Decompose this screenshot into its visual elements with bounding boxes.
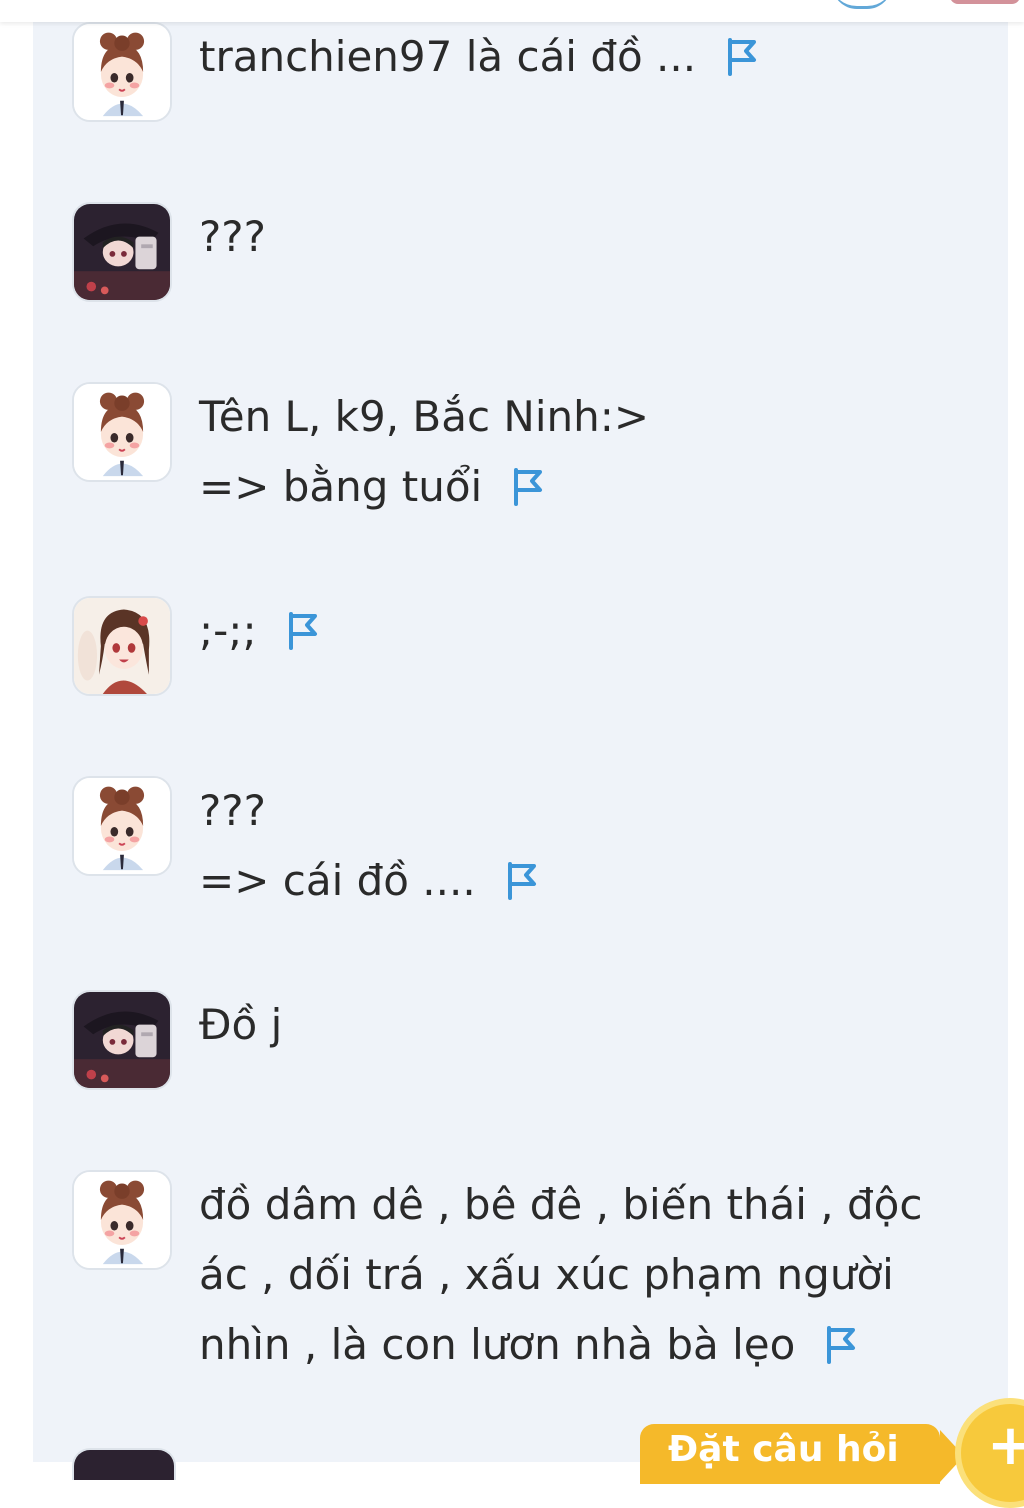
comment-line: ác , dối trá , xấu xúc phạm người (199, 1250, 894, 1299)
girl-bun-avatar-icon (74, 384, 170, 480)
girl-bun-avatar-icon (74, 778, 170, 874)
user-avatar[interactable] (72, 202, 172, 302)
report-flag-icon[interactable] (510, 466, 546, 506)
comment-line: Tên L, k9, Bắc Ninh:> (199, 392, 650, 441)
top-bar-icon[interactable] (832, 0, 892, 9)
comment-line: đồ dâm dê , bê đê , biến thái , độc (199, 1180, 923, 1229)
report-flag-icon[interactable] (285, 610, 321, 650)
comment-line: => bằng tuổi (199, 462, 483, 511)
comment-line: ??? (199, 786, 266, 835)
comment-text: ;-;; (199, 596, 959, 666)
user-avatar[interactable] (72, 596, 172, 696)
girl-bun-avatar-icon (74, 24, 170, 120)
user-avatar[interactable] (72, 382, 172, 482)
dark-hat-avatar-icon (74, 992, 170, 1088)
user-avatar[interactable] (72, 1448, 176, 1480)
comment-text: tranchien97 là cái đồ ... (199, 22, 959, 92)
dark-hat-avatar-icon (74, 204, 170, 300)
comment-text: ??? (199, 202, 959, 272)
report-flag-icon[interactable] (724, 36, 760, 76)
ask-question-button[interactable]: Đặt câu hỏi (640, 1424, 964, 1484)
comment-text: ??? => cái đồ .... (199, 776, 959, 916)
comment-line: => cái đồ .... (199, 856, 476, 905)
comment-line: ??? (199, 212, 266, 261)
girl-red-avatar-icon (74, 598, 170, 694)
top-bar (0, 0, 1024, 22)
comment-line: tranchien97 là cái đồ ... (199, 32, 697, 81)
report-flag-icon[interactable] (504, 860, 540, 900)
user-avatar[interactable] (72, 22, 172, 122)
comment-text: đồ dâm dê , bê đê , biến thái , độc ác ,… (199, 1170, 959, 1380)
top-bar-avatar[interactable] (950, 0, 1020, 4)
comment-text: Đồ j (199, 990, 959, 1060)
comment-line: nhìn , là con lươn nhà bà lẹo (199, 1320, 796, 1369)
comment-text: Tên L, k9, Bắc Ninh:> => bằng tuổi (199, 382, 959, 522)
user-avatar[interactable] (72, 776, 172, 876)
report-flag-icon[interactable] (823, 1324, 859, 1364)
girl-bun-avatar-icon (74, 1172, 170, 1268)
comment-line: ;-;; (199, 606, 257, 655)
user-avatar[interactable] (72, 990, 172, 1090)
comment-line: Đồ j (199, 1000, 283, 1049)
user-avatar[interactable] (72, 1170, 172, 1270)
